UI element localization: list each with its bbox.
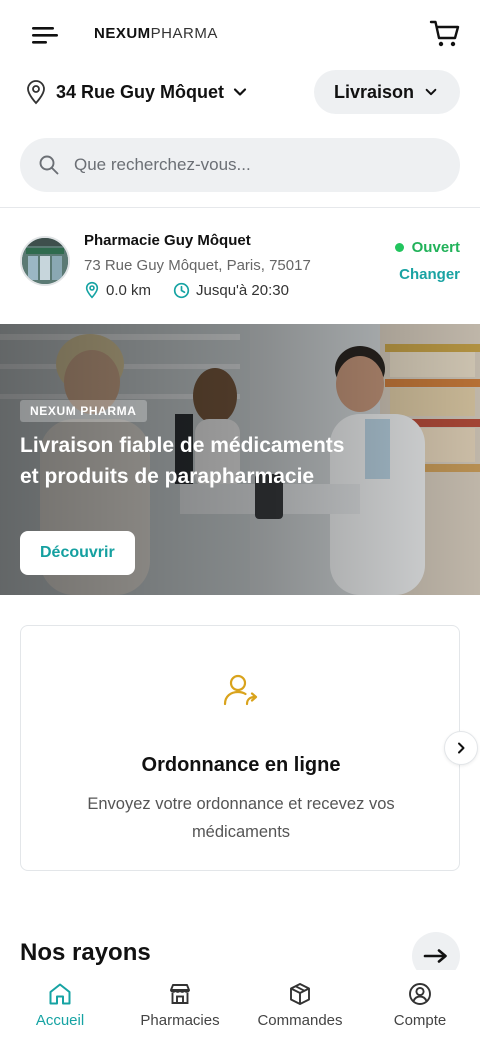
status-badge: Ouvert: [394, 239, 460, 256]
card-description: Envoyez votre ordonnance et recevez vos …: [87, 795, 395, 841]
status-text: Ouvert: [411, 239, 460, 256]
nav-item-commandes[interactable]: Commandes: [240, 970, 360, 1040]
user-share-icon: [221, 670, 261, 710]
chevron-down-icon: [425, 88, 437, 96]
delivery-mode-label: Livraison: [333, 81, 414, 102]
store-icon: [170, 984, 190, 1004]
pharmacy-meta: 0.0 km Jusqu'à 20:30: [84, 281, 289, 299]
shopping-cart-icon[interactable]: [428, 16, 462, 50]
section-title: Nos rayons: [20, 939, 151, 966]
location-row: 34 Rue Guy Môquet Livraison: [0, 68, 480, 116]
promo-banner[interactable]: NEXUM PHARMA Livraison fiable de médicam…: [0, 324, 480, 595]
nav-item-accueil[interactable]: Accueil: [0, 970, 120, 1040]
prescription-card[interactable]: Ordonnance en ligne Envoyez votre ordonn…: [20, 625, 460, 871]
brand-logo[interactable]: NEXUMPHARMA: [94, 25, 218, 42]
nav-label: Commandes: [257, 1012, 343, 1029]
pharmacy-address: 73 Rue Guy Môquet, Paris, 75017: [84, 257, 311, 274]
home-icon: [49, 983, 71, 1005]
package-icon: [290, 983, 310, 1005]
nav-label: Pharmacies: [140, 1012, 220, 1029]
search-icon: [39, 155, 59, 175]
chevron-down-icon: [233, 88, 247, 96]
logo-bold-text: NEXUM: [94, 25, 151, 42]
delivery-address: 34 Rue Guy Môquet: [56, 81, 225, 102]
address-selector[interactable]: 34 Rue Guy Môquet: [24, 78, 248, 106]
selected-pharmacy[interactable]: Pharmacie Guy Môquet 73 Rue Guy Môquet, …: [0, 208, 480, 324]
delivery-mode-dropdown[interactable]: Livraison: [313, 70, 460, 114]
nav-label: Accueil: [35, 1012, 85, 1029]
pharmacy-thumbnail: [20, 236, 70, 286]
location-pin-icon: [27, 80, 45, 105]
nav-item-compte[interactable]: Compte: [360, 970, 480, 1040]
search-input[interactable]: [74, 155, 434, 175]
bottom-navigation: Accueil Pharmacies Commandes Compte: [0, 970, 480, 1040]
carousel-next-button[interactable]: [444, 731, 478, 765]
clock-icon: [173, 282, 190, 298]
location-pin-icon: [85, 281, 99, 299]
nav-label: Compte: [393, 1012, 447, 1029]
pharmacy-hours: Jusqu'à 20:30: [196, 281, 289, 299]
logo-light-text: PHARMA: [150, 25, 218, 42]
banner-title: Livraison fiable de médicaments et produ…: [20, 434, 345, 488]
change-pharmacy-link[interactable]: Changer: [399, 266, 460, 283]
card-title: Ordonnance en ligne: [141, 754, 341, 776]
chevron-right-icon: [458, 742, 465, 754]
top-bar: NEXUMPHARMA: [0, 0, 480, 68]
hamburger-menu-icon[interactable]: [28, 20, 60, 50]
discover-button[interactable]: Découvrir: [20, 531, 135, 575]
pharmacy-distance: 0.0 km: [106, 281, 152, 299]
search-bar[interactable]: [20, 138, 460, 192]
status-dot: [394, 243, 404, 252]
arrow-right-icon: [423, 949, 447, 963]
banner-badge: NEXUM PHARMA: [20, 400, 147, 422]
nav-item-pharmacies[interactable]: Pharmacies: [120, 970, 240, 1040]
user-circle-icon: [409, 983, 431, 1005]
pharmacy-name: Pharmacie Guy Môquet: [84, 232, 251, 249]
